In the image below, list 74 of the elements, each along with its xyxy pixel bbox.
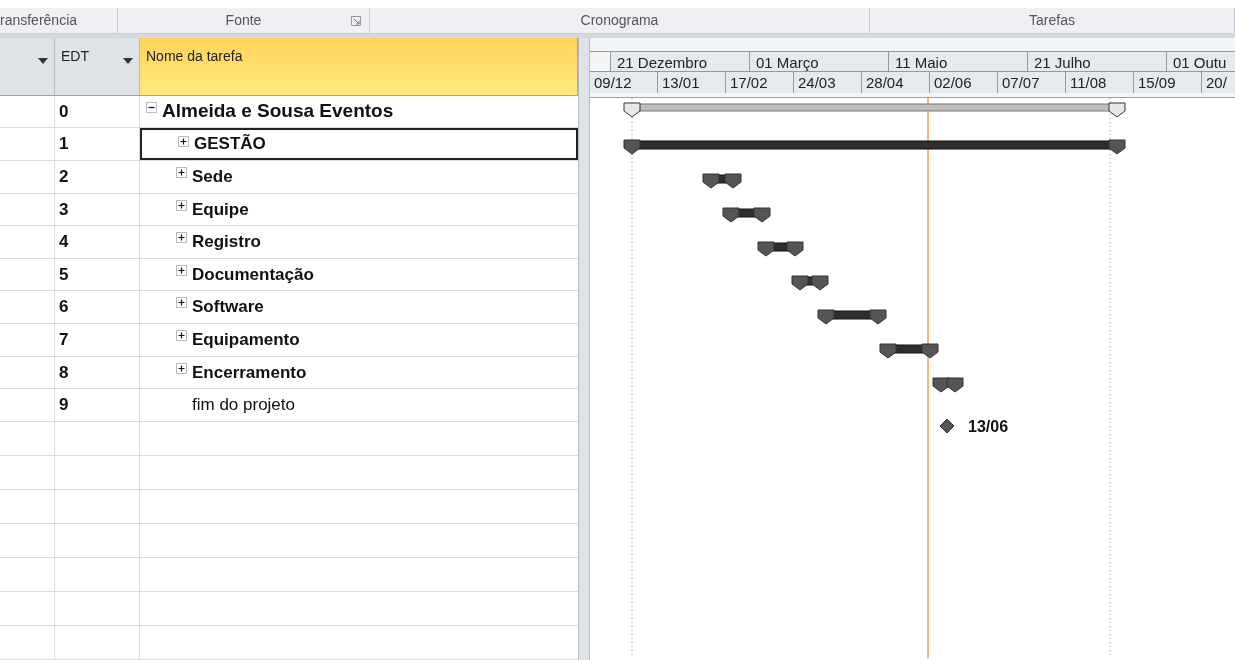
timescale-bottom-cell: 20/ — [1202, 72, 1235, 93]
ribbon-group-label: Tarefas — [1029, 11, 1075, 30]
timescale-top-cell: 21 Dezembro — [611, 52, 750, 71]
collapse-icon[interactable] — [146, 101, 157, 113]
edt-cell: 3 — [55, 193, 140, 226]
ribbon-group-label: Cronograma — [580, 11, 659, 30]
expand-icon[interactable] — [178, 136, 189, 148]
timescale-bottom-cell: 17/02 — [726, 72, 794, 93]
task-name-cell[interactable]: Registro — [140, 226, 578, 258]
task-name-cell[interactable]: fim do projeto — [140, 389, 578, 421]
edt-cell: 9 — [55, 389, 140, 421]
timescale-bottom-cell: 11/08 — [1066, 72, 1134, 93]
timescale-bottom-cell: 28/04 — [862, 72, 930, 93]
column-header[interactable]: EDT — [55, 38, 140, 95]
edt-cell: 7 — [55, 324, 140, 356]
task-name-cell[interactable]: Equipamento — [140, 324, 578, 356]
expand-icon[interactable] — [176, 264, 187, 276]
task-name-cell[interactable]: Encerramento — [140, 356, 578, 389]
edt-cell: 6 — [55, 291, 140, 324]
timescale-top-cell: 01 Outu — [1167, 52, 1235, 71]
timescale-top-cell: 01 Março — [750, 52, 889, 71]
task-name: Registro — [192, 231, 261, 254]
task-name: Software — [192, 296, 264, 319]
task-name: Equipe — [192, 198, 249, 221]
task-name: GESTÃO — [194, 133, 266, 156]
summary-bar[interactable] — [791, 275, 829, 291]
ribbon-group-label: Fonte — [225, 11, 262, 30]
task-name-cell[interactable]: GESTÃO — [140, 128, 578, 160]
task-name-cell[interactable]: Documentação — [140, 258, 578, 291]
summary-bar[interactable] — [702, 173, 742, 189]
edt-cell: 1 — [55, 128, 140, 160]
milestone-icon — [939, 418, 955, 434]
edt-cell: 8 — [55, 356, 140, 389]
timescale-top-cell: 21 Julho — [1028, 52, 1167, 71]
dropdown-arrow-icon[interactable] — [123, 58, 133, 64]
ribbon-group-label: ransferência — [0, 11, 78, 30]
edt-cell: 2 — [55, 160, 140, 193]
timescale-bottom-cell: 02/06 — [930, 72, 998, 93]
dropdown-arrow-icon[interactable] — [38, 58, 48, 64]
edt-cell: 5 — [55, 258, 140, 291]
summary-bar[interactable] — [722, 207, 771, 223]
timescale-top-cell: 11 Maio — [889, 52, 1028, 71]
edt-cell: 4 — [55, 226, 140, 258]
timescale-bottom-cell: 13/01 — [658, 72, 726, 93]
summary-bar[interactable] — [932, 377, 964, 393]
expand-icon[interactable] — [176, 330, 187, 342]
task-name: Documentação — [192, 263, 314, 286]
summary-bar[interactable] — [879, 343, 939, 359]
task-name-cell[interactable]: Sede — [140, 160, 578, 193]
dialog-launcher-icon[interactable] — [351, 16, 361, 26]
expand-icon[interactable] — [176, 232, 187, 244]
task-name: Encerramento — [192, 361, 307, 384]
summary-bar[interactable] — [623, 139, 1126, 155]
task-name-cell[interactable]: Software — [140, 291, 578, 324]
task-name: Equipamento — [192, 329, 300, 352]
expand-icon[interactable] — [176, 362, 187, 374]
expand-icon[interactable] — [176, 199, 187, 211]
timescale-bottom-cell: 15/09 — [1134, 72, 1202, 93]
task-name: fim do projeto — [192, 394, 295, 417]
timescale-bottom-cell: 09/12 — [590, 72, 658, 93]
task-name-cell[interactable]: Almeida e Sousa Eventos — [140, 95, 578, 128]
column-header[interactable]: Nome da tarefa — [140, 38, 578, 95]
expand-icon[interactable] — [176, 166, 187, 178]
task-name: Sede — [192, 165, 233, 188]
edt-cell: 0 — [55, 95, 140, 128]
timescale-bottom-cell: 24/03 — [794, 72, 862, 93]
summary-bar[interactable] — [757, 241, 804, 257]
task-name-cell[interactable]: Equipe — [140, 193, 578, 226]
milestone-date: 13/06 — [968, 418, 1009, 435]
summary-bar[interactable] — [817, 309, 887, 325]
project-summary-bar[interactable] — [623, 102, 1126, 118]
expand-icon[interactable] — [176, 297, 187, 309]
timescale-bottom-cell: 07/07 — [998, 72, 1066, 93]
task-name: Almeida e Sousa Eventos — [162, 99, 394, 124]
